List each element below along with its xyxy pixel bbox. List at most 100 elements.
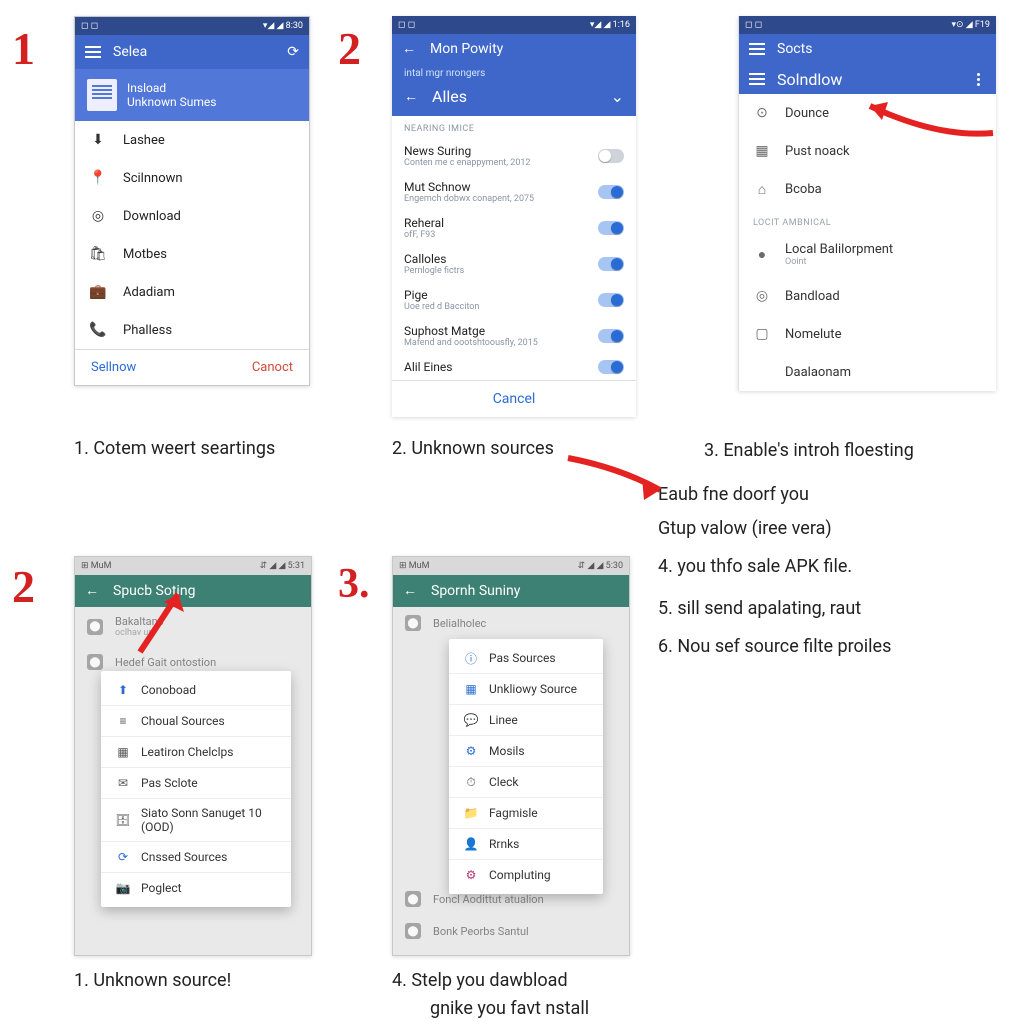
back-icon[interactable] <box>403 583 419 599</box>
setting-title: Reheral <box>404 216 590 230</box>
banner-text: Insload Unknown Sumes <box>127 81 216 109</box>
back-icon[interactable] <box>402 41 418 57</box>
menu-item[interactable]: 💬 Linee <box>449 705 603 736</box>
item-label: Hedef Gait ontostion <box>115 656 216 669</box>
setting-title: Pige <box>404 288 590 302</box>
step-text-3a: Eaub fne doorf you <box>658 480 809 510</box>
status-right: ▾⊙ ◢ F19 <box>951 20 990 30</box>
menu-item[interactable]: ⚙ Mosils <box>449 736 603 767</box>
more-icon[interactable] <box>970 71 986 87</box>
setting-row[interactable]: ● Local BalilorpmentOoint <box>739 232 996 277</box>
setting-row[interactable]: PigeUoe red d Bacciton <box>392 282 636 318</box>
bg-list: ⬤ Bakaltansoclhav up ⬤ Hedef Gait ontost… <box>75 607 311 678</box>
menu-item[interactable]: ▦ Unkliowy Source <box>449 674 603 705</box>
item-icon: 👤 <box>463 836 479 852</box>
setting-subtitle: Conten me c enappyment, 2012 <box>404 158 590 168</box>
setting-row[interactable]: ReheralofF, F93 <box>392 210 636 246</box>
menu-item[interactable]: 🗄 Siato Sonn Sanuget 10 (OOD) <box>101 799 291 842</box>
status-right: ▾◢ ◢ 8:30 <box>263 21 303 31</box>
back-icon[interactable] <box>404 89 420 105</box>
menu-item[interactable]: 📞 Phalless <box>75 311 309 349</box>
app-bar: Spucb Soting <box>75 575 311 607</box>
item-label: Choual Sources <box>141 714 225 728</box>
item-label: Local Balilorpment <box>785 242 893 257</box>
setting-row[interactable]: Daalaonam <box>739 353 996 391</box>
menu-item[interactable]: ⟳ Cnssed Sources <box>101 842 291 873</box>
menu-item[interactable]: ◎ Download <box>75 197 309 235</box>
status-bar: ◻ ◻ ▾⊙ ◢ F19 <box>739 16 996 34</box>
setting-row[interactable]: ▦ Pust noack <box>739 132 996 170</box>
cancel-button[interactable]: Canoct <box>252 360 293 375</box>
setting-row[interactable]: Alil Eines <box>392 354 636 380</box>
toggle-switch[interactable] <box>598 149 624 163</box>
sub-bar-title: Alles <box>432 87 467 106</box>
menu-icon[interactable] <box>85 44 101 60</box>
item-icon: 🗄 <box>115 812 131 828</box>
menu-item[interactable]: ⬇ Lashee <box>75 121 309 159</box>
item-subtitle: oclhav up <box>115 628 163 638</box>
settings-list: News SuringConten me c enappyment, 2012 … <box>392 138 636 380</box>
caption-2b: 1. Unknown source! <box>74 970 231 991</box>
item-icon: 📁 <box>463 805 479 821</box>
app-bar-title: Spornh Suniny <box>431 583 619 599</box>
setting-row[interactable]: Suphost MatgeMafend and oootshtoousfly, … <box>392 318 636 354</box>
phone-panel-5: ⊞ MuM ⇵ ◢ ◢ 5:31 Spucb Soting ⬤ Bakaltan… <box>74 556 312 956</box>
toggle-switch[interactable] <box>598 293 624 307</box>
setting-row[interactable]: News SuringConten me c enappyment, 2012 <box>392 138 636 174</box>
back-icon[interactable] <box>85 583 101 599</box>
banner-install-unknown[interactable]: Insload Unknown Sumes <box>75 69 309 121</box>
menu-item[interactable]: ▦ Leatiron Chelclps <box>101 737 291 768</box>
menu-item[interactable]: ⬆ Conoboad <box>101 675 291 706</box>
sync-icon[interactable]: ⟳ <box>287 44 299 60</box>
item-label: Lashee <box>123 133 165 148</box>
menu-item[interactable]: ✉ Pas Sclote <box>101 768 291 799</box>
bg-row: ⬤ Foncl Aodittut atualion <box>393 883 629 915</box>
status-left: ◻ ◻ <box>81 21 98 31</box>
menu-item[interactable]: 👤 Rrnks <box>449 829 603 860</box>
step-text-4: 4. you thfo sale APK file. <box>658 552 852 582</box>
item-label: Unkliowy Source <box>489 682 577 696</box>
caption-3a: 4. Stelp you dawbload <box>392 970 568 991</box>
menu-item[interactable]: ⓘ Pas Sources <box>449 643 603 674</box>
item-icon: ⬤ <box>87 654 103 670</box>
menu-item[interactable]: 📷 Poglect <box>101 873 291 903</box>
settings-list-b: ● Local BalilorpmentOoint ◎ Bandload ▢ N… <box>739 232 996 391</box>
menu-item[interactable]: 🛍 Motbes <box>75 235 309 273</box>
caption-1: 1. Cotem weert seartings <box>74 438 275 459</box>
menu-item[interactable]: 📍 Scilnnown <box>75 159 309 197</box>
app-bar: Selea ⟳ <box>75 35 309 69</box>
item-icon: ● <box>753 246 771 264</box>
item-label: Poglect <box>141 881 182 895</box>
item-icon: ⬤ <box>405 891 421 907</box>
setting-title: Alil Eines <box>404 360 590 374</box>
setting-row[interactable]: Mut SchnowEngemch dobwx conapent, 2075 <box>392 174 636 210</box>
cancel-button[interactable]: Cancel <box>392 380 636 417</box>
setting-row[interactable]: ▢ Nomelute <box>739 315 996 353</box>
phone-panel-2: ◻ ◻ ▾◢ ◢ 1:16 Mon Powity intal mgr nrong… <box>392 16 636 417</box>
menu-icon[interactable] <box>749 71 765 87</box>
bg-row: ⬤ Bakaltansoclhav up <box>75 607 311 646</box>
setting-row[interactable]: CallolesPernlogle fictrs <box>392 246 636 282</box>
setting-row[interactable]: ◎ Bandload <box>739 277 996 315</box>
toggle-switch[interactable] <box>598 329 624 343</box>
chevron-down-icon[interactable]: ⌄ <box>611 87 624 106</box>
menu-item[interactable]: 💼 Adadiam <box>75 273 309 311</box>
toggle-switch[interactable] <box>598 257 624 271</box>
caption-2: 2. Unknown sources <box>392 438 554 459</box>
toggle-switch[interactable] <box>598 185 624 199</box>
menu-item[interactable]: ⏱ Cleck <box>449 767 603 798</box>
toggle-switch[interactable] <box>598 360 624 374</box>
status-left: ⊞ MuM <box>399 561 429 571</box>
step-number-2-top: 2 <box>338 22 361 75</box>
item-icon: 💬 <box>463 712 479 728</box>
setting-row[interactable]: ⊙ Dounce <box>739 94 996 132</box>
confirm-button[interactable]: Sellnow <box>91 360 136 375</box>
menu-item[interactable]: 📁 Fagmisle <box>449 798 603 829</box>
menu-item[interactable]: ≡ Choual Sources <box>101 706 291 737</box>
setting-row[interactable]: ⌂ Bcoba <box>739 170 996 208</box>
sub-bar[interactable]: Alles ⌄ <box>392 81 636 116</box>
toggle-switch[interactable] <box>598 221 624 235</box>
bg-row: ⬤ Belialholec <box>393 607 629 639</box>
menu-icon[interactable] <box>749 41 765 57</box>
settings-list-a: ⊙ Dounce ▦ Pust noack ⌂ Bcoba <box>739 94 996 208</box>
